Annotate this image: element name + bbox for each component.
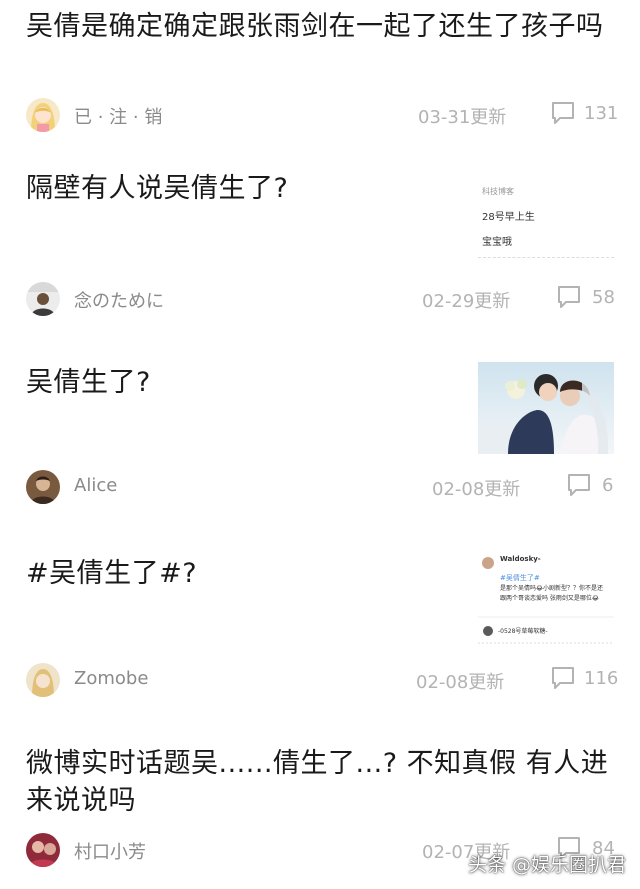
thumb-divider xyxy=(478,257,614,258)
update-date: 03-31更新 xyxy=(418,107,507,128)
update-date: 02-08更新 xyxy=(416,672,505,693)
post-title[interactable]: 吴倩生了? xyxy=(26,364,446,401)
comment-count: 116 xyxy=(584,668,619,689)
post-title[interactable]: 吴倩是确定确定跟张雨剑在一起了还生了孩子吗 xyxy=(26,8,616,45)
post-meta: Zomobe 02-08更新 116 xyxy=(26,663,618,697)
comment-icon xyxy=(558,286,580,308)
thumb-text-line: 跟两个哥谈恋爱吗 张雨剑又是哪位😂 xyxy=(500,595,599,602)
update-date: 02-08更新 xyxy=(432,479,521,500)
author-name[interactable]: 已 · 注 · 销 xyxy=(74,103,162,129)
thumb-hashtag: #吴倩生了# xyxy=(500,574,540,582)
thumb-reply-user: -0528号草莓软糖- xyxy=(498,628,548,635)
thumb-username: Waldosky- xyxy=(500,555,541,563)
source-watermark: 头条 @娱乐圈扒君 xyxy=(467,854,626,876)
author-name[interactable]: Zomobe xyxy=(74,668,148,689)
author-name[interactable]: 村口小芳 xyxy=(74,838,146,864)
update-date: 02-29更新 xyxy=(422,291,511,312)
thumb-top-text: 科技博客 xyxy=(482,187,514,196)
post-item[interactable]: 吴倩生了? Alice 02-08更新 6 xyxy=(0,336,640,528)
user-avatar-icon[interactable] xyxy=(26,663,60,697)
weibo-screenshot-thumbnail[interactable]: Waldosky- #吴倩生了# 是那个吴倩吗😂小剧新型？？你不是还 跟两个哥谈… xyxy=(478,551,614,645)
anime-girl-avatar-icon[interactable] xyxy=(26,98,60,132)
post-meta: 已 · 注 · 销 03-31更新 131 xyxy=(26,98,618,132)
post-title[interactable]: 微博实时话题吴......倩生了...? 不知真假 有人进来说说吗 xyxy=(26,745,616,819)
comment-icon xyxy=(568,474,590,496)
thumb-text-line: 宝宝哦 xyxy=(482,237,512,248)
thumb-text-line: 28号早上生 xyxy=(482,212,535,223)
post-item[interactable]: 吴倩是确定确定跟张雨剑在一起了还生了孩子吗 已 · 注 · 销 03-31更新 … xyxy=(0,0,640,147)
wedding-photo-thumbnail[interactable] xyxy=(478,362,614,454)
comment-count: 131 xyxy=(584,103,619,124)
author-name[interactable]: 念のために xyxy=(74,287,164,313)
comment-count: 58 xyxy=(592,287,615,308)
post-thumbnail[interactable]: 科技博客 28号早上生 宝宝哦 xyxy=(478,180,614,260)
post-title[interactable]: #吴倩生了#? xyxy=(26,555,446,592)
thumb-text-line: 是那个吴倩吗😂小剧新型？？你不是还 xyxy=(500,585,604,592)
user-avatar-icon[interactable] xyxy=(26,833,60,867)
post-item[interactable]: 隔壁有人说吴倩生了? 科技博客 28号早上生 宝宝哦 念のために 02-29更新… xyxy=(0,146,640,337)
user-avatar-icon[interactable] xyxy=(26,282,60,316)
author-name[interactable]: Alice xyxy=(74,475,117,496)
comment-icon xyxy=(552,667,574,689)
user-avatar-icon[interactable] xyxy=(26,470,60,504)
post-meta: Alice 02-08更新 6 xyxy=(26,470,618,504)
post-meta: 念のために 02-29更新 58 xyxy=(26,282,618,316)
comment-icon xyxy=(552,102,574,124)
comment-count: 6 xyxy=(602,475,614,496)
post-title[interactable]: 隔壁有人说吴倩生了? xyxy=(26,170,446,207)
post-item[interactable]: #吴倩生了#? Waldosky- #吴倩生了# 是那个吴倩吗😂小剧新型？？你不… xyxy=(0,527,640,718)
